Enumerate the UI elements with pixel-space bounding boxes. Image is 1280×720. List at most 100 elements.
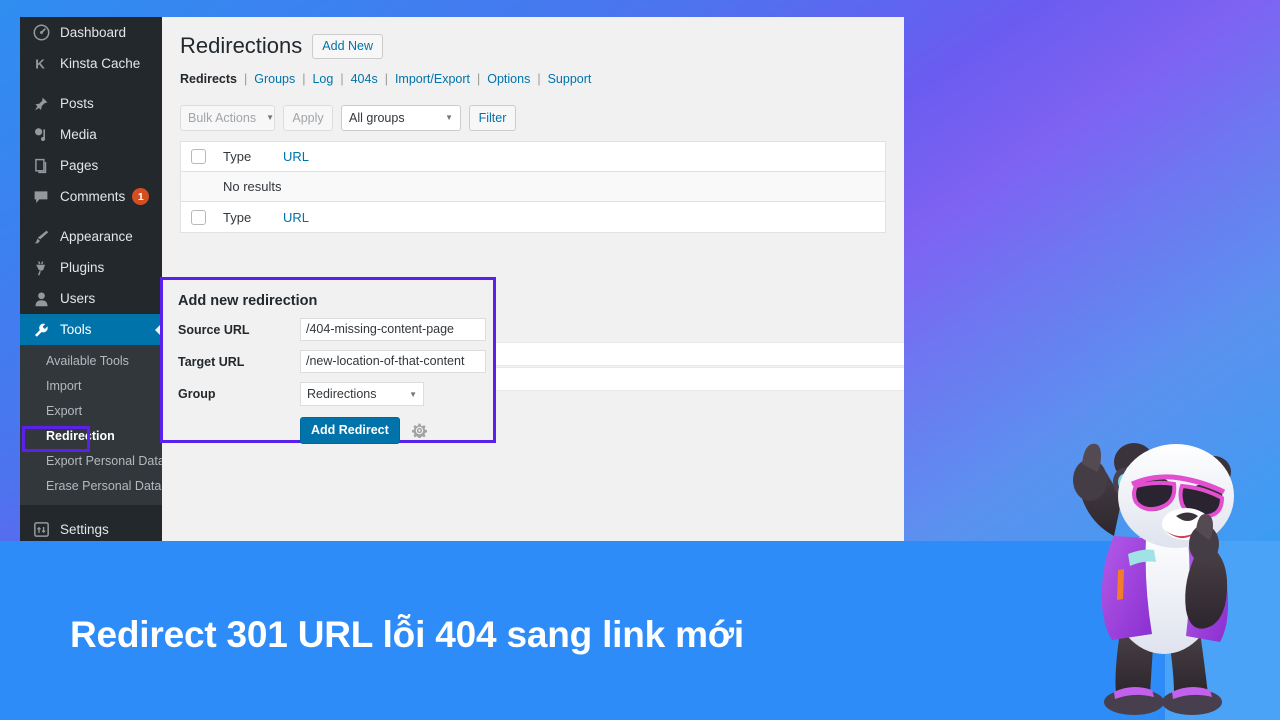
sidebar-item-media[interactable]: Media <box>20 119 162 150</box>
group-label: Group <box>178 387 216 401</box>
group-filter-value: All groups <box>349 111 405 126</box>
add-new-button[interactable]: Add New <box>312 33 384 59</box>
column-footer-url[interactable]: URL <box>283 210 309 225</box>
submenu-item-redirection[interactable]: Redirection <box>20 424 162 449</box>
comments-icon <box>31 187 51 207</box>
screenshot-stage: Redirect 301 URL lỗi 404 sang link mới D… <box>0 0 1280 720</box>
submenu-item-import[interactable]: Import <box>20 374 162 399</box>
target-url-label: Target URL <box>178 354 245 369</box>
submenu-item-available-tools[interactable]: Available Tools <box>20 349 162 374</box>
submenu-item-export-personal-data[interactable]: Export Personal Data <box>20 449 162 474</box>
group-select-value: Redirections <box>307 387 377 401</box>
column-header-type: Type <box>223 149 252 165</box>
table-empty-row: No results <box>181 172 885 203</box>
sidebar-item-label: Tools <box>60 322 92 337</box>
sidebar-item-settings[interactable]: Settings <box>20 514 162 541</box>
table-footer-row: Type URL <box>181 202 885 232</box>
sidebar-item-dashboard[interactable]: Dashboard <box>20 17 162 48</box>
filter-button[interactable]: Filter <box>469 105 516 132</box>
list-table-toolbar: Bulk Actions ▼ Apply All groups ▼ Filter <box>162 86 904 132</box>
wrench-icon <box>31 320 51 340</box>
source-url-field[interactable]: /404-missing-content-page <box>300 318 486 341</box>
pages-icon <box>31 156 51 176</box>
group-select[interactable]: Redirections ▼ <box>300 382 424 406</box>
subnav-support[interactable]: Support <box>548 72 592 86</box>
sidebar-item-tools[interactable]: Tools <box>20 314 162 345</box>
chevron-down-icon: ▼ <box>445 113 453 123</box>
add-form-title: Add new redirection <box>178 293 318 309</box>
chevron-down-icon: ▼ <box>266 113 275 123</box>
sidebar-item-label: Dashboard <box>60 25 127 40</box>
column-footer-type: Type <box>223 209 252 225</box>
subnav-import-export[interactable]: Import/Export <box>395 72 470 86</box>
target-url-field[interactable]: /new-location-of-that-content <box>300 350 486 373</box>
sidebar-divider <box>20 79 162 88</box>
column-header-url[interactable]: URL <box>283 149 309 164</box>
sidebar-item-pages[interactable]: Pages <box>20 150 162 181</box>
brush-icon <box>31 227 51 247</box>
wp-admin-sidebar: Dashboard K Kinsta Cache Posts Media Pag… <box>20 17 162 541</box>
page-title: Redirections <box>180 33 303 58</box>
sidebar-item-users[interactable]: Users <box>20 283 162 314</box>
subnav-log[interactable]: Log <box>312 72 333 86</box>
sidebar-item-plugins[interactable]: Plugins <box>20 252 162 283</box>
target-url-row: Target URL /new-location-of-that-content <box>163 350 493 373</box>
apply-button[interactable]: Apply <box>283 105 333 132</box>
sidebar-item-label: Plugins <box>60 260 105 275</box>
sidebar-item-posts[interactable]: Posts <box>20 88 162 119</box>
sidebar-item-appearance[interactable]: Appearance <box>20 221 162 252</box>
panda-mascot-illustration <box>1073 443 1234 715</box>
submenu-item-erase-personal-data[interactable]: Erase Personal Data <box>20 474 162 499</box>
subnav-groups[interactable]: Groups <box>254 72 295 86</box>
sidebar-item-label: Appearance <box>60 229 133 244</box>
sidebar-item-label: Pages <box>60 158 99 173</box>
page-header: Redirections Add New Redirects | Groups … <box>162 17 904 86</box>
redirects-table: Type URL No results Type URL <box>180 141 886 234</box>
tools-submenu: Available Tools Import Export Redirectio… <box>20 345 162 505</box>
sidebar-item-label: Users <box>60 291 96 306</box>
subnav-separator: | <box>302 72 306 87</box>
subnav-redirects[interactable]: Redirects <box>180 72 237 86</box>
table-header-row: Type URL <box>181 142 885 173</box>
group-row: Group Redirections ▼ <box>163 382 493 406</box>
subnav-separator: | <box>384 72 388 87</box>
sidebar-item-label: Comments <box>60 189 126 204</box>
svg-text:K: K <box>35 56 45 71</box>
chevron-down-icon: ▼ <box>409 389 417 399</box>
subnav-separator: | <box>537 72 541 87</box>
title-row: Redirections Add New <box>180 33 886 59</box>
gear-icon[interactable] <box>411 423 427 439</box>
pin-icon <box>31 94 51 114</box>
sidebar-divider <box>20 505 162 514</box>
dashboard-icon <box>31 23 51 43</box>
no-results-message: No results <box>223 179 282 195</box>
bulk-actions-select[interactable]: Bulk Actions ▼ <box>180 105 275 132</box>
submenu-item-export[interactable]: Export <box>20 399 162 424</box>
kinsta-icon: K <box>31 54 51 74</box>
add-redirect-button[interactable]: Add Redirect <box>300 417 400 445</box>
sidebar-item-kinsta-cache[interactable]: K Kinsta Cache <box>20 48 162 79</box>
sidebar-item-label: Kinsta Cache <box>60 56 141 71</box>
subnav-404s[interactable]: 404s <box>351 72 378 86</box>
select-all-checkbox-top[interactable] <box>191 149 206 165</box>
sidebar-item-label: Media <box>60 127 97 142</box>
submit-row: Add Redirect <box>163 417 493 445</box>
banner-caption: Redirect 301 URL lỗi 404 sang link mới <box>70 614 744 655</box>
group-filter-select[interactable]: All groups ▼ <box>341 105 461 132</box>
subnav-options[interactable]: Options <box>487 72 530 86</box>
plug-icon <box>31 258 51 278</box>
sub-navigation: Redirects | Groups | Log | 404s | Import… <box>180 72 886 86</box>
sidebar-divider <box>20 212 162 221</box>
media-icon <box>31 125 51 145</box>
subnav-separator: | <box>340 72 344 87</box>
select-all-checkbox-bottom[interactable] <box>191 209 206 225</box>
settings-icon <box>31 520 51 540</box>
add-new-redirection-form: Add new redirection Source URL /404-miss… <box>160 277 496 445</box>
sidebar-item-comments[interactable]: Comments 1 <box>20 181 162 212</box>
subnav-separator: | <box>476 72 481 87</box>
sidebar-item-label: Posts <box>60 96 94 111</box>
comments-count-badge: 1 <box>132 188 150 205</box>
sidebar-item-label: Settings <box>60 522 109 537</box>
source-url-label: Source URL <box>178 322 250 337</box>
user-icon <box>31 289 51 309</box>
